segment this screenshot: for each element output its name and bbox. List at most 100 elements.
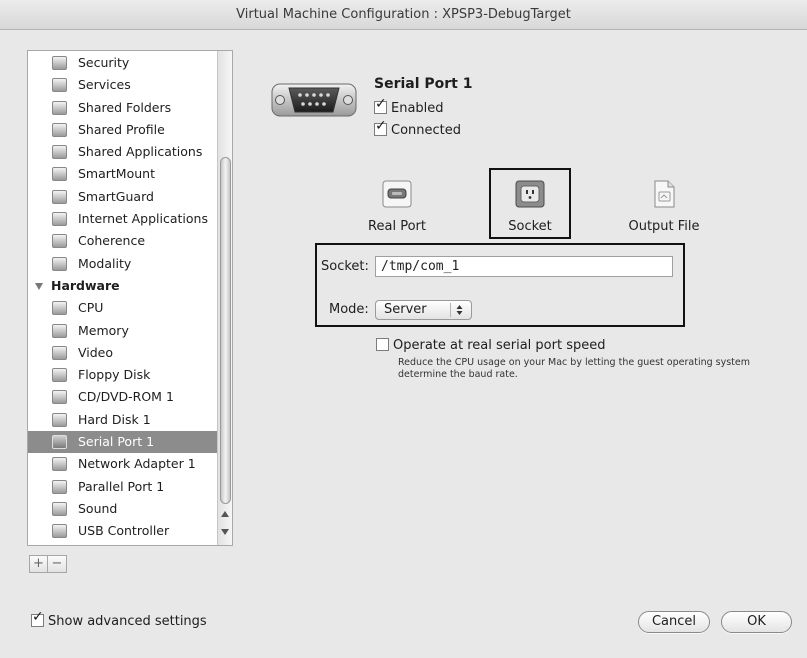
select-divider bbox=[450, 303, 451, 317]
sidebar-item-label: CPU bbox=[78, 300, 104, 316]
sidebar-item-label: Shared Profile bbox=[78, 121, 165, 137]
sidebar-item-label: USB Controller bbox=[78, 523, 170, 539]
sidebar-group-label: Hardware bbox=[51, 277, 120, 293]
network-icon bbox=[52, 457, 67, 472]
remove-device-button[interactable]: − bbox=[48, 555, 67, 573]
disclosure-triangle-icon[interactable] bbox=[35, 282, 43, 290]
memory-icon bbox=[52, 323, 67, 338]
sidebar-item-shared-folders[interactable]: Shared Folders bbox=[28, 97, 218, 119]
cancel-button[interactable]: Cancel bbox=[638, 611, 710, 633]
updown-arrows-icon bbox=[456, 304, 463, 316]
mode-select[interactable]: Server bbox=[375, 300, 472, 320]
sidebar-item-label: Sound bbox=[78, 500, 118, 516]
sidebar-item-label: Floppy Disk bbox=[78, 367, 151, 383]
sidebar-group-hardware[interactable]: Hardware bbox=[28, 275, 218, 297]
sidebar-item-label: Hard Disk 1 bbox=[78, 411, 151, 427]
real-speed-checkbox[interactable] bbox=[376, 338, 389, 351]
sidebar-item-usb-controller[interactable]: USB Controller bbox=[28, 520, 218, 542]
add-remove-controls: + − bbox=[29, 555, 67, 573]
sidebar-item-memory[interactable]: Memory bbox=[28, 320, 218, 342]
sidebar-item-video[interactable]: Video bbox=[28, 342, 218, 364]
sidebar-item-label: Memory bbox=[78, 322, 129, 338]
socket-option[interactable]: Socket bbox=[498, 179, 562, 234]
scroll-up-arrow-icon[interactable] bbox=[221, 511, 229, 517]
add-device-button[interactable]: + bbox=[29, 555, 48, 573]
output-file-icon bbox=[648, 179, 680, 209]
shield-icon bbox=[52, 56, 67, 70]
internet-applications-icon bbox=[52, 212, 67, 227]
shared-applications-icon bbox=[52, 145, 67, 160]
sidebar-item-security[interactable]: Security bbox=[28, 52, 218, 74]
sidebar-item-sound[interactable]: Sound bbox=[28, 498, 218, 520]
output-file-label: Output File bbox=[628, 219, 700, 234]
sidebar-item-label: Network Adapter 1 bbox=[78, 456, 196, 472]
enabled-checkbox-row[interactable]: ✓ Enabled bbox=[374, 97, 444, 118]
shared-profile-icon bbox=[52, 122, 67, 137]
advanced-settings-checkbox[interactable]: ✓ bbox=[31, 610, 44, 627]
sidebar-item-smartmount[interactable]: SmartMount bbox=[28, 163, 218, 185]
window-titlebar: Virtual Machine Configuration : XPSP3-De… bbox=[0, 0, 807, 30]
ok-button[interactable]: OK bbox=[721, 611, 792, 633]
sidebar-item-floppy-disk[interactable]: Floppy Disk bbox=[28, 364, 218, 386]
connected-checkbox[interactable]: ✓ bbox=[374, 119, 387, 136]
enabled-checkbox[interactable]: ✓ bbox=[374, 97, 387, 114]
sidebar-item-label: SmartGuard bbox=[78, 188, 154, 204]
smartguard-icon bbox=[52, 189, 67, 204]
real-speed-description: Reduce the CPU usage on your Mac by lett… bbox=[398, 357, 750, 380]
real-port-label: Real Port bbox=[368, 219, 426, 234]
sidebar-item-smartguard[interactable]: SmartGuard bbox=[28, 186, 218, 208]
sidebar-item-label: SmartMount bbox=[78, 166, 155, 182]
scroll-down-arrow-icon[interactable] bbox=[221, 529, 229, 535]
connected-checkbox-row[interactable]: ✓ Connected bbox=[374, 119, 461, 140]
real-speed-option-row[interactable]: Operate at real serial port speed bbox=[376, 337, 605, 355]
sidebar-item-label: Video bbox=[78, 344, 114, 360]
sidebar-item-shared-applications[interactable]: Shared Applications bbox=[28, 141, 218, 163]
parallel-port-icon bbox=[52, 479, 67, 494]
floppy-icon bbox=[52, 368, 67, 383]
socket-field-label: Socket: bbox=[321, 259, 369, 274]
modality-icon bbox=[52, 256, 67, 271]
sidebar-item-label: Security bbox=[78, 55, 130, 70]
sidebar-scrollbar[interactable] bbox=[217, 51, 232, 545]
usb-icon bbox=[52, 524, 67, 539]
real-port-icon bbox=[381, 179, 413, 209]
output-file-option[interactable]: Output File bbox=[624, 179, 704, 234]
cpu-icon bbox=[52, 301, 67, 316]
sidebar-item-parallel-port[interactable]: Parallel Port 1 bbox=[28, 476, 218, 498]
advanced-settings-label: Show advanced settings bbox=[48, 614, 207, 629]
socket-icon bbox=[514, 179, 546, 209]
window-title: Virtual Machine Configuration : XPSP3-De… bbox=[236, 7, 571, 22]
sidebar-item-label: Shared Folders bbox=[78, 99, 172, 115]
smartmount-icon bbox=[52, 167, 67, 182]
advanced-settings-row[interactable]: ✓ Show advanced settings bbox=[31, 610, 207, 631]
sidebar-item-label: Parallel Port 1 bbox=[78, 478, 165, 494]
sidebar-item-internet-applications[interactable]: Internet Applications bbox=[28, 208, 218, 230]
sidebar-item-coherence[interactable]: Coherence bbox=[28, 230, 218, 252]
enabled-label: Enabled bbox=[391, 101, 444, 116]
real-port-option[interactable]: Real Port bbox=[364, 179, 430, 234]
sidebar-item-label: CD/DVD-ROM 1 bbox=[78, 389, 174, 405]
sidebar-item-network-adapter[interactable]: Network Adapter 1 bbox=[28, 453, 218, 475]
sidebar-item-shared-profile[interactable]: Shared Profile bbox=[28, 119, 218, 141]
coherence-icon bbox=[52, 234, 67, 249]
checkmark-icon: ✓ bbox=[375, 96, 387, 112]
sidebar-item-modality[interactable]: Modality bbox=[28, 253, 218, 275]
mode-field-label: Mode: bbox=[329, 302, 369, 317]
checkmark-icon: ✓ bbox=[32, 609, 44, 625]
sidebar-list: Security Services Shared Folders Shared … bbox=[28, 51, 218, 543]
sidebar-item-label: Internet Applications bbox=[78, 211, 208, 227]
socket-path-input[interactable]: /tmp/com_1 bbox=[375, 256, 673, 277]
hard-disk-icon bbox=[52, 412, 67, 427]
mode-select-value: Server bbox=[384, 302, 427, 317]
sidebar-item-services[interactable]: Services bbox=[28, 74, 218, 96]
sidebar-item-cd-dvd-rom[interactable]: CD/DVD-ROM 1 bbox=[28, 386, 218, 408]
sidebar-item-cpu[interactable]: CPU bbox=[28, 297, 218, 319]
sidebar-item-hard-disk[interactable]: Hard Disk 1 bbox=[28, 409, 218, 431]
sidebar-item-label: Services bbox=[78, 77, 131, 93]
shared-folders-icon bbox=[52, 100, 67, 115]
serial-connector-icon bbox=[271, 80, 357, 120]
cd-icon bbox=[52, 390, 67, 405]
real-speed-label: Operate at real serial port speed bbox=[393, 338, 606, 353]
sidebar-item-serial-port[interactable]: Serial Port 1 bbox=[28, 431, 218, 454]
scrollbar-thumb[interactable] bbox=[220, 157, 231, 504]
